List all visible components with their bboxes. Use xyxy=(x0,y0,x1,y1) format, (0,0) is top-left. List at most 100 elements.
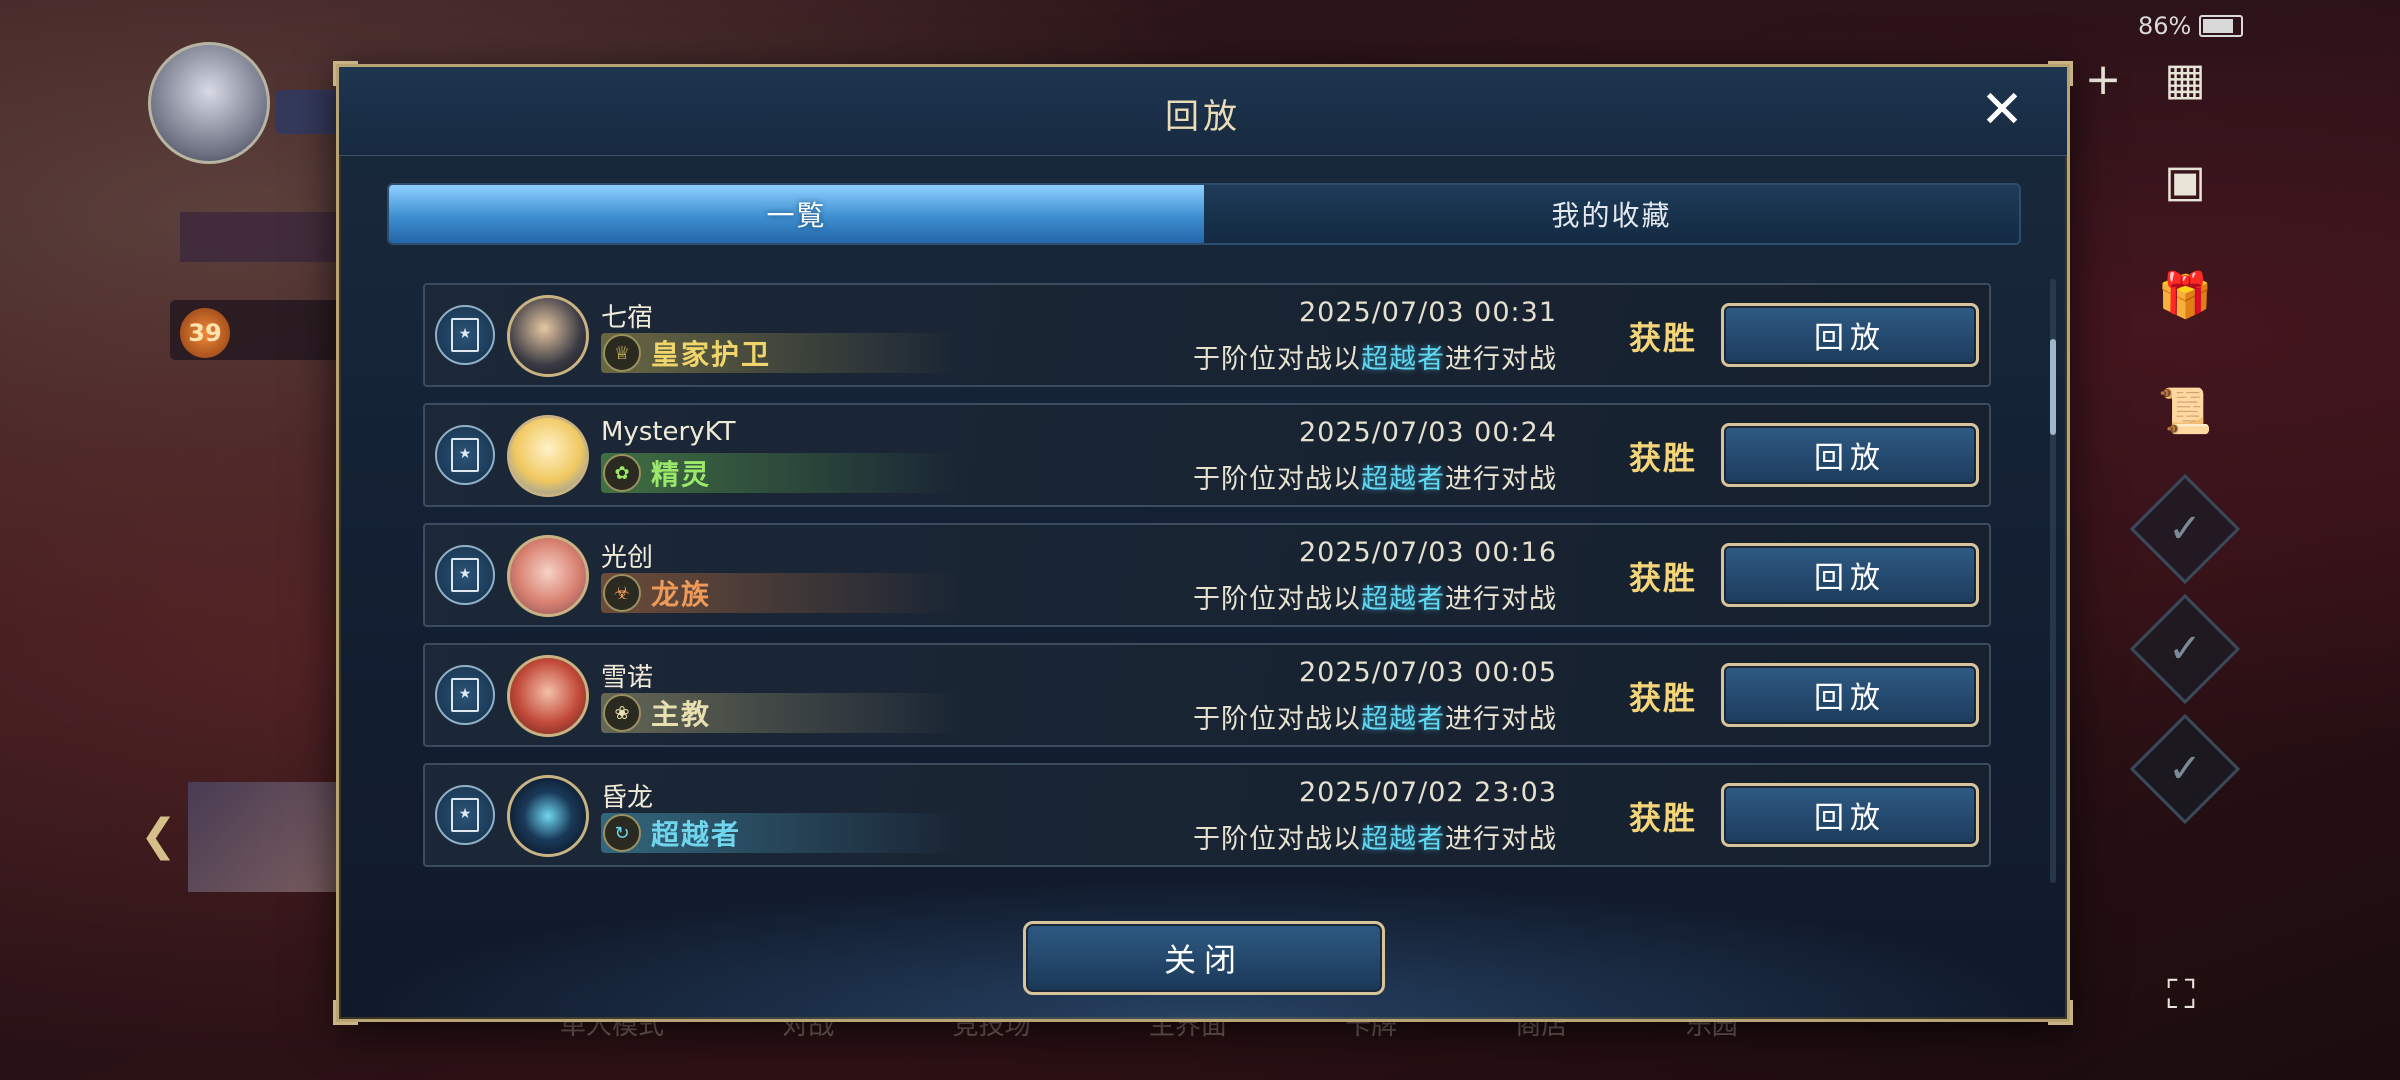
favorite-button[interactable]: ★ xyxy=(435,785,495,845)
class-bar: ↻ 超越者 xyxy=(601,813,961,853)
replay-button[interactable]: 回放 xyxy=(1721,543,1979,607)
class-name: 主教 xyxy=(651,698,712,731)
replay-dialog: 回放 ✕ 一覧 我的收藏 ★ 七宿 ♕ 皇家护卫 2025/07/03 00:3… xyxy=(333,61,2073,1025)
match-result: 获胜 xyxy=(1628,799,1697,837)
list-item: ★ 雪诺 ❀ 主教 2025/07/03 00:05 于阶位对战以超越者进行对战… xyxy=(423,643,1991,747)
favorite-button[interactable]: ★ xyxy=(435,425,495,485)
desc-prefix: 于阶位对战以 xyxy=(1193,824,1361,855)
desc-prefix: 于阶位对战以 xyxy=(1193,344,1361,375)
player-name: 光创 xyxy=(601,543,654,573)
player-name: 昏龙 xyxy=(601,783,654,813)
list-item: ★ 光创 ☣ 龙族 2025/07/03 00:16 于阶位对战以超越者进行对战… xyxy=(423,523,1991,627)
list-item: ★ 七宿 ♕ 皇家护卫 2025/07/03 00:31 于阶位对战以超越者进行… xyxy=(423,283,1991,387)
leaf-icon: ✿ xyxy=(603,454,641,492)
favorite-button[interactable]: ★ xyxy=(435,665,495,725)
avatar xyxy=(507,655,589,737)
dialog-title: 回放 xyxy=(1165,97,1241,137)
battery-icon xyxy=(2199,15,2244,37)
tab-list[interactable]: 一覧 xyxy=(389,185,1204,243)
battery-level: 86% xyxy=(2138,12,2192,40)
desc-highlight: 超越者 xyxy=(1361,824,1445,855)
fullscreen-icon: ⛶ xyxy=(2167,972,2195,1018)
favorite-button[interactable]: ★ xyxy=(435,305,495,365)
plus-icon: + xyxy=(2084,53,2122,105)
bg-panel xyxy=(275,90,345,134)
match-datetime: 2025/07/02 23:03 xyxy=(1298,777,1557,808)
dialog-header: 回放 ✕ xyxy=(339,67,2067,156)
bookmark-icon: ★ xyxy=(451,798,479,832)
player-name: 雪诺 xyxy=(601,663,654,693)
class-name: 龙族 xyxy=(651,578,712,611)
class-bar: ♕ 皇家护卫 xyxy=(601,333,961,373)
class-name: 精灵 xyxy=(651,458,712,491)
desc-prefix: 于阶位对战以 xyxy=(1193,584,1361,615)
list-item: ★ MysteryKT ✿ 精灵 2025/07/03 00:24 于阶位对战以… xyxy=(423,403,1991,507)
class-bar: ☣ 龙族 xyxy=(601,573,961,613)
match-description: 于阶位对战以超越者进行对战 xyxy=(1193,457,1557,496)
crown-icon: ♕ xyxy=(603,334,641,372)
match-result: 获胜 xyxy=(1628,679,1697,717)
player-name: 七宿 xyxy=(601,303,654,333)
bookmark-icon: ★ xyxy=(451,678,479,712)
bg-panel xyxy=(180,212,340,262)
desc-suffix: 进行对战 xyxy=(1445,704,1557,735)
bookmark-icon: ★ xyxy=(451,318,479,352)
replay-button[interactable]: 回放 xyxy=(1721,783,1979,847)
replay-list: ★ 七宿 ♕ 皇家护卫 2025/07/03 00:31 于阶位对战以超越者进行… xyxy=(423,283,1991,883)
scroll-icon: 📜 xyxy=(2157,386,2213,437)
match-result: 获胜 xyxy=(1628,559,1697,597)
left-arrow-icon: ❮ xyxy=(140,810,177,861)
gallery-icon: ▣ xyxy=(2164,155,2206,207)
desc-suffix: 进行对战 xyxy=(1445,824,1557,855)
replay-button[interactable]: 回放 xyxy=(1721,663,1979,727)
avatar xyxy=(507,775,589,857)
desc-suffix: 进行对战 xyxy=(1445,464,1557,495)
match-datetime: 2025/07/03 00:05 xyxy=(1298,657,1557,688)
match-datetime: 2025/07/03 00:31 xyxy=(1298,297,1557,328)
class-bar: ✿ 精灵 xyxy=(601,453,961,493)
player-name: MysteryKT xyxy=(601,417,736,447)
battery-status: 86% xyxy=(2138,12,2244,40)
match-description: 于阶位对战以超越者进行对战 xyxy=(1193,577,1557,616)
class-name: 皇家护卫 xyxy=(651,338,772,371)
match-description: 于阶位对战以超越者进行对战 xyxy=(1193,337,1557,376)
match-result: 获胜 xyxy=(1628,439,1697,477)
grid-menu-icon: ▦ xyxy=(2164,53,2206,105)
desc-highlight: 超越者 xyxy=(1361,464,1445,495)
bookmark-icon: ★ xyxy=(451,558,479,592)
close-icon[interactable]: ✕ xyxy=(1977,84,2027,137)
desc-highlight: 超越者 xyxy=(1361,704,1445,735)
desc-prefix: 于阶位对战以 xyxy=(1193,704,1361,735)
favorite-button[interactable]: ★ xyxy=(435,545,495,605)
tab-favorites[interactable]: 我的收藏 xyxy=(1204,185,2019,243)
player-avatar-bg xyxy=(148,42,270,164)
avatar xyxy=(507,535,589,617)
list-item: ★ 昏龙 ↻ 超越者 2025/07/02 23:03 于阶位对战以超越者进行对… xyxy=(423,763,1991,867)
level-badge: 39 xyxy=(180,308,230,358)
close-button[interactable]: 关闭 xyxy=(1023,921,1385,995)
replay-button[interactable]: 回放 xyxy=(1721,303,1979,367)
desc-suffix: 进行对战 xyxy=(1445,344,1557,375)
avatar xyxy=(507,295,589,377)
replay-button[interactable]: 回放 xyxy=(1721,423,1979,487)
dragon-icon: ☣ xyxy=(603,574,641,612)
class-bar: ❀ 主教 xyxy=(601,693,961,733)
bg-thumbnail xyxy=(188,782,338,892)
match-datetime: 2025/07/03 00:24 xyxy=(1298,417,1557,448)
scroll-thumb[interactable] xyxy=(2050,339,2056,435)
match-result: 获胜 xyxy=(1628,319,1697,357)
scrollbar[interactable] xyxy=(2050,279,2056,883)
match-datetime: 2025/07/03 00:16 xyxy=(1298,537,1557,568)
class-name: 超越者 xyxy=(651,818,742,851)
spiral-icon: ↻ xyxy=(603,814,641,852)
avatar xyxy=(507,415,589,497)
match-description: 于阶位对战以超越者进行对战 xyxy=(1193,697,1557,736)
desc-prefix: 于阶位对战以 xyxy=(1193,464,1361,495)
gift-icon: 🎁 xyxy=(2157,270,2213,321)
desc-highlight: 超越者 xyxy=(1361,584,1445,615)
desc-suffix: 进行对战 xyxy=(1445,584,1557,615)
match-description: 于阶位对战以超越者进行对战 xyxy=(1193,817,1557,856)
wings-icon: ❀ xyxy=(603,694,641,732)
bookmark-icon: ★ xyxy=(451,438,479,472)
desc-highlight: 超越者 xyxy=(1361,344,1445,375)
